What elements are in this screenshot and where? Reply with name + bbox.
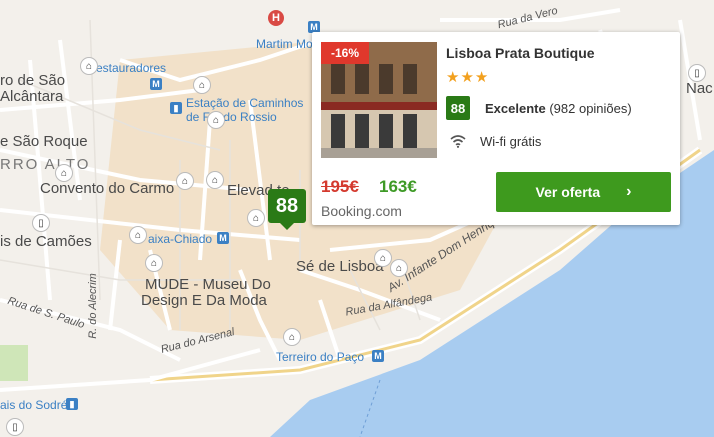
metro-icon[interactable]: M (372, 350, 384, 362)
museum-icon[interactable]: ⌂ (145, 254, 163, 272)
street-rua-do-alecrim: R. do Alecrim (86, 273, 99, 339)
booking-provider: Booking.com (321, 203, 402, 219)
museum-icon[interactable]: ⌂ (374, 249, 392, 267)
wifi-icon (450, 135, 466, 148)
label-convento-do-carmo: Convento do Carmo (40, 180, 175, 197)
hotel-photo[interactable]: -16% (321, 42, 437, 158)
label-se-de-lisboa: Sé de Lisboa (296, 258, 384, 275)
metro-icon[interactable]: M (150, 78, 162, 90)
label-terreiro-do-paco: Terreiro do Paço (276, 350, 365, 364)
view-offer-button[interactable]: Ver oferta › (496, 172, 671, 212)
label-estacao-2: de F o do Rossio (186, 110, 277, 124)
museum-icon[interactable]: ⌂ (55, 164, 73, 182)
new-price: 163€ (379, 177, 417, 196)
hospital-icon[interactable]: H (268, 10, 284, 26)
museum-icon[interactable]: ⌂ (193, 76, 211, 94)
label-cais-do-sodre: ais do Sodré (0, 398, 68, 412)
label-miradouro-sao: ro de São (0, 72, 66, 89)
bus-icon[interactable]: ▯ (688, 64, 706, 82)
bus-icon[interactable]: ▯ (32, 214, 50, 232)
label-baixa-chiado: aixa-Chiado (148, 232, 213, 246)
museum-icon[interactable]: ⌂ (207, 111, 225, 129)
review-score-badge: 88 (446, 96, 470, 120)
hotel-card[interactable]: -16% Lisboa Prata Boutique ★★★ 88 Excele… (312, 32, 680, 225)
bus-icon[interactable]: ▯ (6, 418, 24, 436)
star-rating: ★★★ (446, 69, 490, 86)
metro-icon[interactable]: M (217, 232, 229, 244)
hotel-score-marker[interactable]: 88 (268, 189, 306, 230)
label-mude-2: Design E Da Moda (141, 292, 267, 309)
museum-icon[interactable]: ⌂ (390, 259, 408, 277)
museum-icon[interactable]: ⌂ (80, 57, 98, 75)
rating-word: Excelente (485, 101, 546, 116)
chevron-right-icon: › (626, 183, 632, 200)
amenity-wifi: Wi-fi grátis (480, 134, 542, 149)
label-restauradores: estauradores (96, 61, 167, 75)
review-count: (982 opiniões) (549, 101, 632, 116)
label-alcantara: Alcântara (0, 88, 64, 105)
museum-icon[interactable]: ⌂ (283, 328, 301, 346)
hotel-name[interactable]: Lisboa Prata Boutique (446, 45, 595, 61)
label-martim-moniz: Martim Mo (256, 37, 313, 51)
museum-icon[interactable]: ⌂ (206, 171, 224, 189)
label-sao-roque: e São Roque (0, 133, 88, 150)
museum-icon[interactable]: ⌂ (176, 172, 194, 190)
label-estacao-1: Estação de Caminhos (186, 96, 304, 110)
discount-badge: -16% (321, 42, 370, 64)
view-offer-label: Ver oferta (535, 184, 601, 200)
label-mude-1: MUDE - Museu Do (145, 276, 271, 293)
review-summary: Excelente (982 opiniões) (485, 101, 632, 116)
museum-icon[interactable]: ⌂ (129, 226, 147, 244)
label-camoes: is de Camões (0, 233, 92, 250)
museum-icon[interactable]: ⌂ (247, 209, 265, 227)
train-icon[interactable]: ▮ (170, 102, 182, 114)
label-nac: Nac (686, 80, 713, 97)
label-bairro-alto: RRO ALTO (0, 156, 91, 173)
train-icon[interactable]: ▮ (66, 398, 78, 410)
old-price: 195€ (321, 177, 359, 196)
